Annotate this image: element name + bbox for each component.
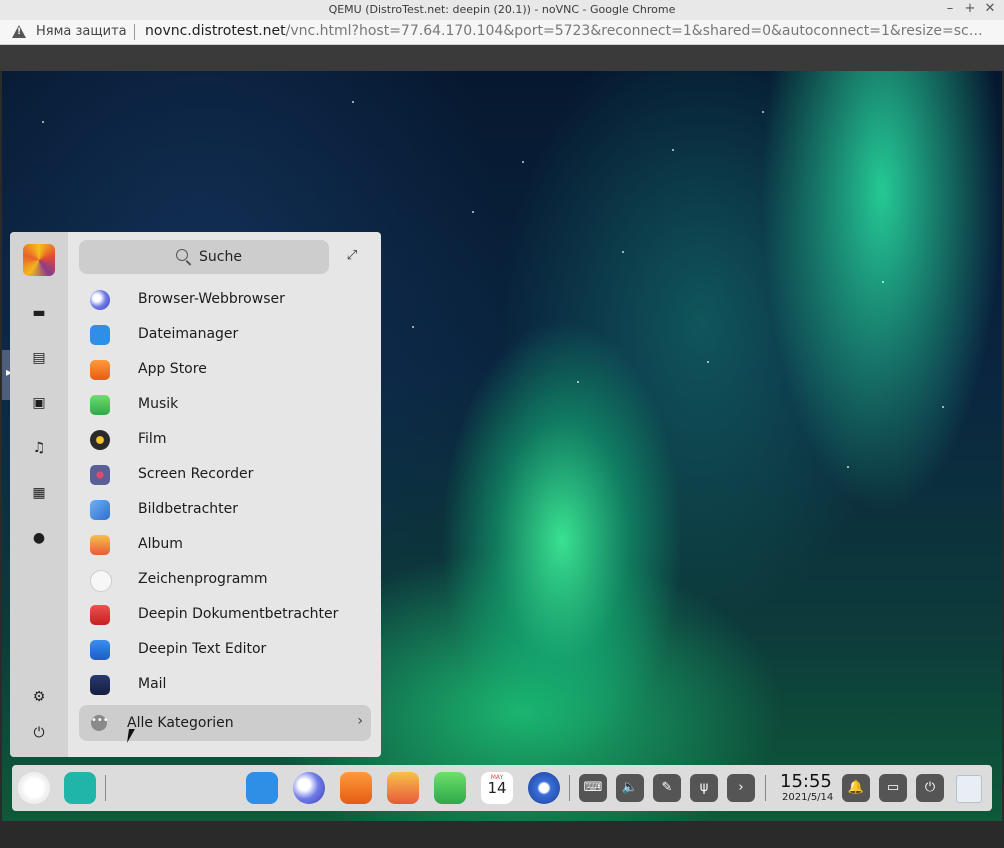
- calendar-day: 14: [487, 779, 507, 797]
- file-manager-icon: [90, 325, 110, 345]
- calendar-dock-icon[interactable]: MAY 14: [481, 772, 513, 804]
- clock-date[interactable]: 2021/5/14: [782, 792, 833, 803]
- vnc-bottom-bar: [0, 821, 1004, 848]
- window-title: QEMU (DistroTest.net: deepin (20.1)) - n…: [328, 3, 676, 16]
- app-item-document-viewer[interactable]: Deepin Dokumentbetrachter: [79, 597, 379, 632]
- app-item-screen-recorder[interactable]: Screen Recorder: [79, 457, 379, 492]
- user-avatar[interactable]: [23, 244, 55, 276]
- volume-icon[interactable]: 🔈: [616, 774, 644, 802]
- app-store-dock-icon[interactable]: [340, 772, 372, 804]
- film-app-icon: [90, 430, 110, 450]
- document-icon[interactable]: ▤: [29, 348, 49, 368]
- app-item-browser[interactable]: Browser-Webbrowser: [79, 282, 379, 317]
- browser-icon: [90, 290, 110, 310]
- power-icon[interactable]: ⏻: [29, 723, 49, 743]
- close-button[interactable]: ✕: [982, 1, 998, 17]
- album-icon: [90, 535, 110, 555]
- minimize-button[interactable]: –: [942, 1, 958, 17]
- draw-icon: [90, 570, 112, 592]
- all-categories-button[interactable]: ••• Alle Kategorien ›: [79, 705, 371, 741]
- trash-icon[interactable]: [956, 775, 982, 803]
- clock-time[interactable]: 15:55: [780, 771, 832, 792]
- category-sidebar: ▬ ▤ ▣ ♫ ▦ ● ⚙ ⏻: [10, 232, 68, 757]
- fullscreen-expand-icon[interactable]: ⤢: [345, 249, 359, 263]
- app-item-film[interactable]: Film: [79, 422, 379, 457]
- dock: MAY 14 ⌨ 🔈 ✎ ψ › 15:55 2021/5/14 🔔 ▭ ⏻: [12, 765, 992, 811]
- search-placeholder: Suche: [199, 249, 242, 265]
- app-store-icon: [90, 360, 110, 380]
- monitor-icon[interactable]: ▬: [29, 303, 49, 323]
- mail-icon: [90, 675, 110, 695]
- app-launcher: ▬ ▤ ▣ ♫ ▦ ● ⚙ ⏻ Suche ⤢ Browser-Webbrows…: [10, 232, 381, 757]
- music-app-icon: [90, 395, 110, 415]
- image-viewer-icon: [90, 500, 110, 520]
- search-icon: [176, 249, 188, 261]
- app-label: Browser-Webbrowser: [138, 291, 285, 307]
- maximize-button[interactable]: +: [962, 1, 978, 17]
- window-titlebar: QEMU (DistroTest.net: deepin (20.1)) - n…: [0, 0, 1004, 21]
- show-desktop-icon[interactable]: ▭: [879, 774, 907, 802]
- others-icon[interactable]: ●: [29, 528, 49, 548]
- app-item-album[interactable]: Album: [79, 527, 379, 562]
- chevron-right-icon: ›: [357, 713, 363, 729]
- app-label: Musik: [138, 396, 179, 412]
- image-icon[interactable]: ▣: [29, 393, 49, 413]
- notification-bell-icon[interactable]: 🔔: [842, 774, 870, 802]
- app-label: Zeichenprogramm: [138, 571, 268, 587]
- vnc-top-bar: [0, 45, 1004, 71]
- all-categories-label: Alle Kategorien: [127, 715, 234, 731]
- dock-separator: [765, 775, 766, 801]
- app-item-app-store[interactable]: App Store: [79, 352, 379, 387]
- url-host: novnc.distrotest.net: [145, 23, 286, 39]
- app-label: Deepin Text Editor: [138, 641, 267, 657]
- screen-recorder-icon: [90, 465, 110, 485]
- dock-separator: [569, 775, 570, 801]
- app-item-music[interactable]: Musik: [79, 387, 379, 422]
- app-label: Bildbetrachter: [138, 501, 239, 517]
- search-input[interactable]: Suche: [79, 240, 329, 274]
- app-item-image-viewer[interactable]: Bildbetrachter: [79, 492, 379, 527]
- warning-icon[interactable]: [12, 25, 26, 38]
- music-dock-icon[interactable]: [434, 772, 466, 804]
- network-icon[interactable]: ✎: [653, 774, 681, 802]
- app-label: Deepin Dokumentbetrachter: [138, 606, 339, 622]
- settings-icon[interactable]: ⚙: [29, 687, 49, 707]
- app-label: Dateimanager: [138, 326, 239, 342]
- app-label: Film: [138, 431, 167, 447]
- power-dock-icon[interactable]: ⏻: [916, 774, 944, 802]
- app-label: Screen Recorder: [138, 466, 254, 482]
- app-item-file-manager[interactable]: Dateimanager: [79, 317, 379, 352]
- address-divider: [134, 24, 135, 40]
- app-list: Browser-Webbrowser Dateimanager App Stor…: [79, 282, 379, 702]
- multitask-view-icon[interactable]: [64, 772, 96, 804]
- album-dock-icon[interactable]: [387, 772, 419, 804]
- security-status[interactable]: Няма защита: [36, 24, 127, 39]
- window-controls: – + ✕: [942, 1, 998, 17]
- more-icon: •••: [91, 715, 109, 731]
- url-path: /vnc.html?host=77.64.170.104&port=5723&r…: [285, 23, 990, 39]
- browser-dock-icon[interactable]: [293, 772, 325, 804]
- app-item-draw[interactable]: Zeichenprogramm: [79, 562, 379, 597]
- music-icon[interactable]: ♫: [29, 438, 49, 458]
- file-manager-dock-icon[interactable]: [246, 772, 278, 804]
- control-center-dock-icon[interactable]: [528, 772, 560, 804]
- launcher-icon[interactable]: [18, 772, 50, 804]
- address-bar: Няма защита novnc.distrotest.net/vnc.htm…: [0, 20, 1004, 45]
- app-label: Album: [138, 536, 183, 552]
- usb-icon[interactable]: ψ: [690, 774, 718, 802]
- mouse-cursor: [127, 729, 141, 743]
- keyboard-icon[interactable]: ⌨: [579, 774, 607, 802]
- tray-expand-icon[interactable]: ›: [727, 774, 755, 802]
- text-editor-icon: [90, 640, 110, 660]
- app-item-text-editor[interactable]: Deepin Text Editor: [79, 632, 379, 667]
- url-field[interactable]: novnc.distrotest.net/vnc.html?host=77.64…: [145, 23, 990, 39]
- app-label: Mail: [138, 676, 167, 692]
- film-icon[interactable]: ▦: [29, 483, 49, 503]
- dock-separator: [105, 775, 106, 801]
- app-label: App Store: [138, 361, 207, 377]
- app-item-mail[interactable]: Mail: [79, 667, 379, 702]
- document-viewer-icon: [90, 605, 110, 625]
